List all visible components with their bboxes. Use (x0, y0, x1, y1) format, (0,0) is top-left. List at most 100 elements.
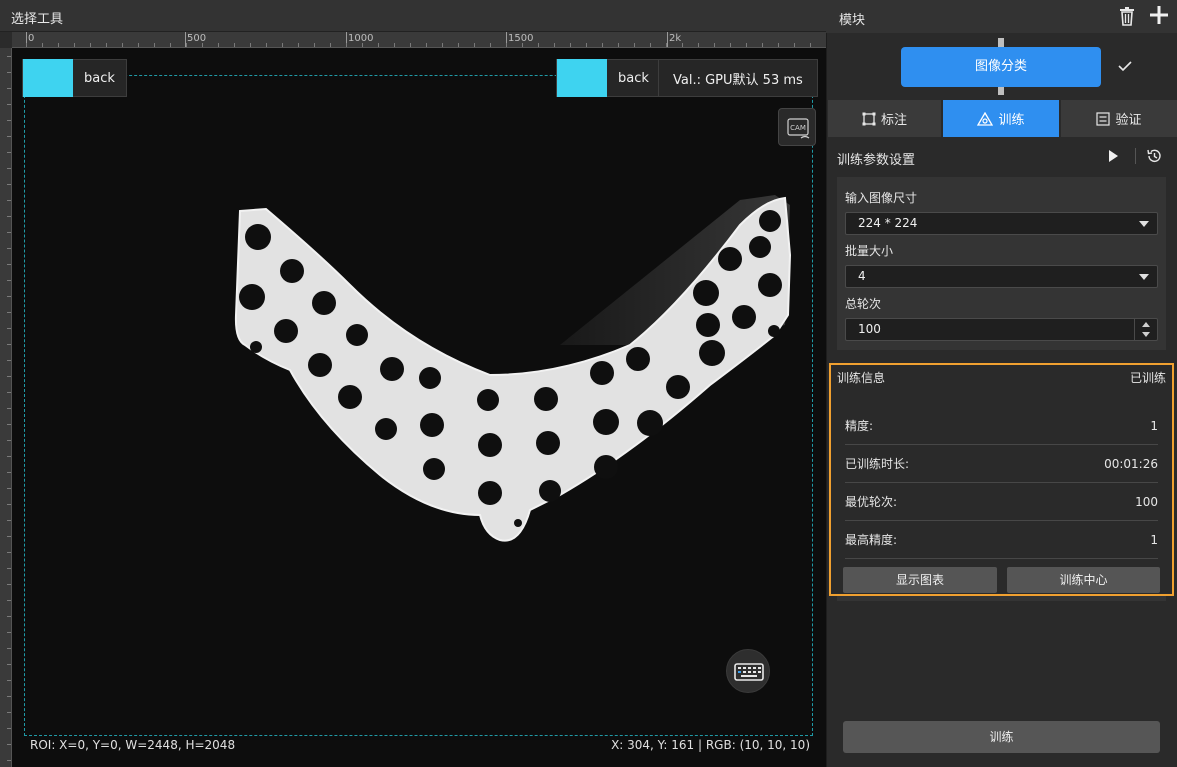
training-status: 已训练 (1129, 371, 1166, 385)
ruler-minor-tick (7, 312, 11, 313)
ruler-minor-tick (170, 43, 171, 47)
ruler-minor-tick (7, 712, 11, 713)
ruler-minor-tick (458, 43, 459, 47)
ruler-minor-tick (26, 43, 27, 47)
info-value: 00:01:26 (1104, 456, 1158, 471)
ruler-minor-tick (154, 43, 155, 47)
info-value: 100 (1135, 494, 1158, 509)
ruler-minor-tick (42, 43, 43, 47)
annotate-icon (862, 112, 876, 125)
flow-connector (998, 38, 1004, 47)
batch-size-select[interactable]: 4 (845, 265, 1158, 288)
ruler-minor-tick (7, 56, 11, 57)
params-section-title: 训练参数设置 (837, 153, 916, 168)
ruler-minor-tick (7, 424, 11, 425)
ruler-minor-tick (282, 43, 283, 47)
ruler-minor-tick (442, 43, 443, 47)
badge-label: back (618, 70, 649, 86)
tab-annotate[interactable]: 标注 (828, 100, 941, 137)
add-button[interactable] (1148, 4, 1170, 26)
ruler-minor-tick (682, 43, 683, 47)
ruler-minor-tick (490, 43, 491, 47)
epochs-stepper[interactable]: 100 (845, 318, 1158, 341)
info-row-accuracy: 精度: 1 (845, 407, 1158, 445)
keyboard-shortcuts-button[interactable] (726, 649, 770, 693)
ruler-minor-tick (266, 43, 267, 47)
ruler-minor-tick (7, 504, 11, 505)
info-value: 1 (1150, 418, 1158, 433)
train-button[interactable]: 训练 (843, 721, 1160, 753)
chevron-down-icon (1139, 221, 1149, 227)
ruler-minor-tick (362, 43, 363, 47)
tab-verify[interactable]: 验证 (1061, 100, 1177, 137)
epochs-label: 总轮次 (845, 297, 882, 311)
ruler-minor-tick (7, 184, 11, 185)
ruler-minor-tick (602, 43, 603, 47)
ruler-minor-tick (7, 72, 11, 73)
ruler-minor-tick (746, 43, 747, 47)
ruler-minor-tick (7, 648, 11, 649)
ruler-minor-tick (586, 43, 587, 47)
ruler-minor-tick (7, 104, 11, 105)
ruler-top: 0 500 1000 1500 2k (12, 32, 826, 48)
ruler-minor-tick (7, 440, 11, 441)
info-row-training-time: 已训练时长: 00:01:26 (845, 445, 1158, 483)
ruler-minor-tick (58, 43, 59, 47)
tab-train[interactable]: 训练 (943, 100, 1059, 137)
show-chart-button[interactable]: 显示图表 (843, 567, 997, 593)
ruler-minor-tick (218, 43, 219, 47)
module-node-image-classification[interactable]: 图像分类 (901, 47, 1101, 87)
info-row-best-accuracy: 最高精度: 1 (845, 521, 1158, 559)
info-label: 最优轮次: (845, 495, 898, 509)
ruler-minor-tick (7, 744, 11, 745)
stepper-down-icon[interactable] (1142, 332, 1150, 337)
select-value: 224 * 224 (858, 216, 918, 230)
ruler-label: 1000 (348, 33, 374, 44)
camera-button[interactable]: CAM (778, 108, 816, 146)
chevron-down-icon (1139, 274, 1149, 280)
ruler-minor-tick (7, 696, 11, 697)
training-info-title: 训练信息 (837, 371, 886, 385)
ruler-minor-tick (7, 552, 11, 553)
ruler-minor-tick (474, 43, 475, 47)
color-swatch (557, 59, 607, 97)
ruler-minor-tick (410, 43, 411, 47)
ruler-minor-tick (74, 43, 75, 47)
ruler-minor-tick (7, 344, 11, 345)
ruler-minor-tick (7, 120, 11, 121)
delete-button[interactable] (1117, 6, 1137, 26)
ruler-minor-tick (7, 264, 11, 265)
input-size-select[interactable]: 224 * 224 (845, 212, 1158, 235)
training-center-button[interactable]: 训练中心 (1007, 567, 1160, 593)
play-icon[interactable] (1105, 148, 1121, 164)
ruler-minor-tick (570, 43, 571, 47)
stepper-value: 100 (858, 322, 881, 336)
ruler-minor-tick (298, 43, 299, 47)
tool-header (0, 0, 826, 32)
ruler-minor-tick (7, 584, 11, 585)
stepper-arrows[interactable] (1134, 319, 1157, 340)
ruler-minor-tick (522, 43, 523, 47)
left-view-badge[interactable]: back (22, 59, 127, 97)
check-icon (1118, 61, 1132, 72)
ruler-minor-tick (7, 88, 11, 89)
ruler-minor-tick (90, 43, 91, 47)
ruler-label: 2k (669, 33, 682, 44)
ruler-minor-tick (810, 43, 811, 47)
ruler-minor-tick (666, 43, 667, 47)
right-view-badge[interactable]: back (556, 59, 661, 97)
ruler-minor-tick (250, 43, 251, 47)
color-swatch (23, 59, 73, 97)
plus-icon (1150, 6, 1168, 24)
cursor-coordinates: X: 304, Y: 161 | RGB: (10, 10, 10) (611, 738, 810, 752)
stepper-up-icon[interactable] (1142, 322, 1150, 327)
roi-rectangle[interactable] (24, 75, 813, 736)
ruler-minor-tick (202, 43, 203, 47)
ruler-minor-tick (7, 408, 11, 409)
ruler-minor-tick (778, 43, 779, 47)
ruler-minor-tick (106, 43, 107, 47)
roi-info: ROI: X=0, Y=0, W=2448, H=2048 (30, 738, 236, 752)
ruler-minor-tick (7, 216, 11, 217)
ruler-minor-tick (7, 456, 11, 457)
history-icon[interactable] (1146, 148, 1162, 164)
